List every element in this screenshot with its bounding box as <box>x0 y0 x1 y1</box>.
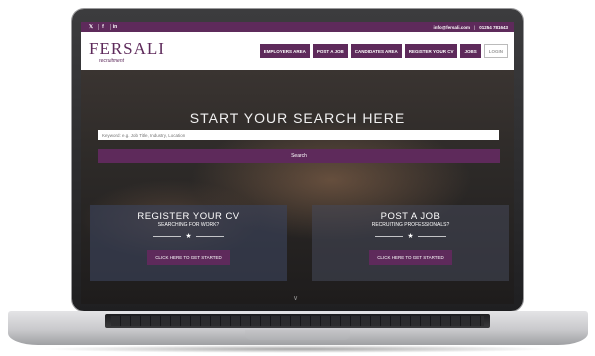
facebook-icon[interactable]: f <box>98 24 107 30</box>
panel-title: REGISTER YOUR CV <box>137 211 240 222</box>
nav-employers-area[interactable]: EMPLOYERS AREA <box>259 44 310 58</box>
contact-info: info@fersali.com | 01254 781643 <box>434 25 508 30</box>
post-job-cta-button[interactable]: CLICK HERE TO GET STARTED <box>369 250 452 265</box>
chevron-down-icon[interactable]: ∨ <box>293 294 298 302</box>
post-job-panel: POST A JOB RECRUITING PROFESSIONALS? ★ C… <box>312 205 509 281</box>
register-cv-cta-button[interactable]: CLICK HERE TO GET STARTED <box>147 250 230 265</box>
login-button[interactable]: LOGIN <box>483 44 508 58</box>
contact-separator: | <box>473 24 476 30</box>
logo-wordmark: FERSALI <box>89 39 165 58</box>
star-divider: ★ <box>90 233 287 240</box>
laptop-screen: 𝕏 f in info@fersali.com | 01254 781643 F… <box>81 22 514 304</box>
fersali-logo[interactable]: FERSALI recruitment <box>89 36 164 66</box>
panel-subtitle: SEARCHING FOR WORK? <box>157 222 220 228</box>
phone-number[interactable]: 01254 781643 <box>479 25 508 30</box>
twitter-icon[interactable]: 𝕏 <box>87 24 95 30</box>
nav-menu: EMPLOYERS AREA POST A JOB CANDIDATES ARE… <box>259 44 508 58</box>
top-bar: 𝕏 f in info@fersali.com | 01254 781643 <box>81 22 514 32</box>
email-link[interactable]: info@fersali.com <box>434 25 470 30</box>
nav-post-a-job[interactable]: POST A JOB <box>312 44 348 58</box>
star-icon: ★ <box>185 233 192 240</box>
social-links: 𝕏 f in <box>87 24 119 30</box>
register-cv-panel: REGISTER YOUR CV SEARCHING FOR WORK? ★ C… <box>90 205 287 281</box>
panel-title: POST A JOB <box>380 211 441 222</box>
nav-jobs[interactable]: JOBS <box>460 44 481 58</box>
logo-tagline: recruitment <box>99 58 125 64</box>
panel-subtitle: RECRUITING PROFESSIONALS? <box>371 222 450 228</box>
search-button[interactable]: Search <box>98 149 500 163</box>
nav-candidates-area[interactable]: CANDIDATES AREA <box>350 44 402 58</box>
main-navbar: FERSALI recruitment EMPLOYERS AREA POST … <box>81 32 514 70</box>
hero-title: START YOUR SEARCH HERE <box>189 110 406 126</box>
star-divider: ★ <box>312 233 509 240</box>
laptop-keyboard <box>105 314 490 328</box>
laptop-shadow <box>40 345 555 353</box>
nav-register-cv[interactable]: REGISTER YOUR CV <box>404 44 458 58</box>
linkedin-icon[interactable]: in <box>110 24 119 30</box>
hero-section: START YOUR SEARCH HERE Search REGISTER Y… <box>81 70 514 304</box>
search-input[interactable] <box>98 130 499 140</box>
laptop-trackpad-notch <box>245 330 350 340</box>
star-icon: ★ <box>407 233 414 240</box>
